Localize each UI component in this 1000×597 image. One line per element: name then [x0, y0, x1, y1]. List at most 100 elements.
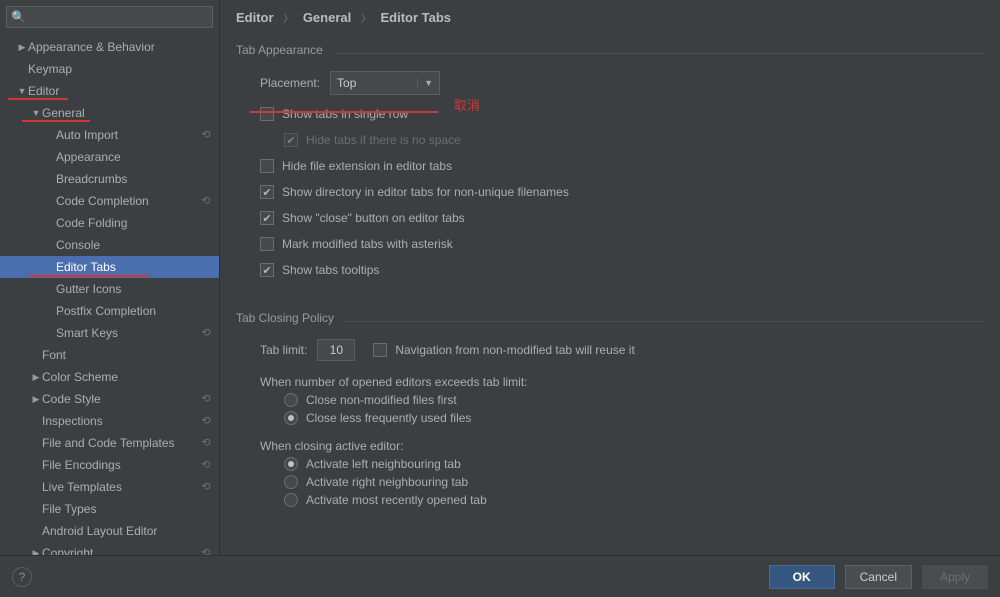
breadcrumb: Editor 〉 General 〉 Editor Tabs — [220, 0, 1000, 33]
settings-content: Editor 〉 General 〉 Editor Tabs Tab Appea… — [220, 0, 1000, 555]
sidebar-item-console[interactable]: Console — [0, 234, 219, 256]
sidebar-item-file-types[interactable]: File Types — [0, 498, 219, 520]
sidebar-item-label: Font — [42, 348, 213, 362]
search-input[interactable] — [6, 6, 213, 28]
project-scope-icon: ⟲ — [199, 414, 213, 428]
sidebar-item-label: Code Folding — [56, 216, 213, 230]
sidebar-item-copyright[interactable]: ▶Copyright⟲ — [0, 542, 219, 555]
sidebar-item-label: Color Scheme — [42, 370, 213, 384]
checkbox-show-tooltips[interactable] — [260, 263, 274, 277]
project-scope-icon: ⟲ — [199, 480, 213, 494]
project-scope-icon: ⟲ — [199, 546, 213, 555]
apply-button[interactable]: Apply — [922, 565, 988, 589]
label-hide-ext: Hide file extension in editor tabs — [282, 159, 452, 173]
project-scope-icon: ⟲ — [199, 194, 213, 208]
sidebar-item-label: Gutter Icons — [56, 282, 213, 296]
sidebar-item-label: Code Style — [42, 392, 199, 406]
radio-act-right[interactable] — [284, 475, 298, 489]
label-close-nonmod: Close non-modified files first — [306, 393, 457, 407]
tree-caret-icon: ▶ — [30, 394, 42, 405]
sidebar-item-label: Appearance & Behavior — [28, 40, 213, 54]
sidebar-item-postfix-completion[interactable]: Postfix Completion — [0, 300, 219, 322]
sidebar-item-label: Postfix Completion — [56, 304, 213, 318]
sidebar-item-label: Keymap — [28, 62, 213, 76]
radio-act-recent[interactable] — [284, 493, 298, 507]
annotation-underline — [30, 275, 150, 277]
sidebar-item-auto-import[interactable]: Auto Import⟲ — [0, 124, 219, 146]
placement-label: Placement: — [260, 76, 320, 90]
tree-caret-icon: ▶ — [30, 372, 42, 383]
settings-tree: ▶Appearance & BehaviorKeymap▼Editor▼Gene… — [0, 32, 219, 555]
sidebar-item-font[interactable]: Font — [0, 344, 219, 366]
ok-button[interactable]: OK — [769, 565, 835, 589]
chevron-right-icon: 〉 — [283, 14, 293, 25]
sidebar-item-inspections[interactable]: Inspections⟲ — [0, 410, 219, 432]
sidebar-item-label: Breadcrumbs — [56, 172, 213, 186]
exceed-label: When number of opened editors exceeds ta… — [260, 375, 1000, 389]
annotation-underline — [250, 111, 438, 113]
sidebar-item-keymap[interactable]: Keymap — [0, 58, 219, 80]
sidebar-item-label: Live Templates — [42, 480, 199, 494]
sidebar-item-android-layout-editor[interactable]: Android Layout Editor — [0, 520, 219, 542]
label-act-recent: Activate most recently opened tab — [306, 493, 487, 507]
checkbox-hide-if-no-space — [284, 133, 298, 147]
sidebar-item-smart-keys[interactable]: Smart Keys⟲ — [0, 322, 219, 344]
sidebar-item-appearance-behavior[interactable]: ▶Appearance & Behavior — [0, 36, 219, 58]
tree-caret-icon: ▼ — [16, 86, 28, 96]
sidebar-item-file-encodings[interactable]: File Encodings⟲ — [0, 454, 219, 476]
sidebar-item-label: File Encodings — [42, 458, 199, 472]
tree-caret-icon: ▶ — [30, 548, 42, 556]
project-scope-icon: ⟲ — [199, 436, 213, 450]
label-show-dir: Show directory in editor tabs for non-un… — [282, 185, 569, 199]
help-icon[interactable]: ? — [12, 567, 32, 587]
sidebar-item-label: Console — [56, 238, 213, 252]
closing-label: When closing active editor: — [260, 439, 1000, 453]
checkbox-show-dir[interactable] — [260, 185, 274, 199]
project-scope-icon: ⟲ — [199, 392, 213, 406]
project-scope-icon: ⟲ — [199, 128, 213, 142]
placement-value: Top — [337, 76, 356, 90]
settings-sidebar: ▶Appearance & BehaviorKeymap▼Editor▼Gene… — [0, 0, 220, 555]
sidebar-item-code-completion[interactable]: Code Completion⟲ — [0, 190, 219, 212]
label-hide-if-no-space: Hide tabs if there is no space — [306, 133, 461, 147]
sidebar-item-live-templates[interactable]: Live Templates⟲ — [0, 476, 219, 498]
sidebar-item-file-and-code-templates[interactable]: File and Code Templates⟲ — [0, 432, 219, 454]
annotation-underline — [8, 98, 68, 100]
tab-limit-input[interactable] — [317, 339, 355, 361]
label-show-close: Show "close" button on editor tabs — [282, 211, 465, 225]
sidebar-item-breadcrumbs[interactable]: Breadcrumbs — [0, 168, 219, 190]
radio-close-lfu[interactable] — [284, 411, 298, 425]
checkbox-nav-reuse[interactable] — [373, 343, 387, 357]
checkbox-show-single-row[interactable] — [260, 107, 274, 121]
sidebar-item-label: Appearance — [56, 150, 213, 164]
sidebar-item-gutter-icons[interactable]: Gutter Icons — [0, 278, 219, 300]
sidebar-item-appearance[interactable]: Appearance — [0, 146, 219, 168]
sidebar-item-label: Code Completion — [56, 194, 199, 208]
cancel-button[interactable]: Cancel — [845, 565, 912, 589]
tab-limit-label: Tab limit: — [260, 343, 307, 357]
checkbox-show-close[interactable] — [260, 211, 274, 225]
sidebar-item-code-folding[interactable]: Code Folding — [0, 212, 219, 234]
breadcrumb-part: General — [303, 10, 351, 25]
section-tab-closing: Tab Closing Policy — [236, 311, 334, 325]
chevron-right-icon: 〉 — [361, 14, 371, 25]
label-mark-asterisk: Mark modified tabs with asterisk — [282, 237, 453, 251]
breadcrumb-part: Editor — [236, 10, 274, 25]
sidebar-item-label: Copyright — [42, 546, 199, 555]
project-scope-icon: ⟲ — [199, 326, 213, 340]
sidebar-item-label: File and Code Templates — [42, 436, 199, 450]
label-nav-reuse: Navigation from non-modified tab will re… — [395, 343, 634, 357]
breadcrumb-part: Editor Tabs — [380, 10, 451, 25]
label-show-single-row: Show tabs in single row — [282, 107, 408, 121]
sidebar-item-color-scheme[interactable]: ▶Color Scheme — [0, 366, 219, 388]
sidebar-item-code-style[interactable]: ▶Code Style⟲ — [0, 388, 219, 410]
sidebar-item-label: Android Layout Editor — [42, 524, 213, 538]
radio-close-nonmod[interactable] — [284, 393, 298, 407]
radio-act-left[interactable] — [284, 457, 298, 471]
sidebar-item-label: Inspections — [42, 414, 199, 428]
placement-select[interactable]: Top ▼ — [330, 71, 440, 95]
checkbox-hide-ext[interactable] — [260, 159, 274, 173]
tree-caret-icon: ▶ — [16, 42, 28, 53]
checkbox-mark-asterisk[interactable] — [260, 237, 274, 251]
chevron-down-icon: ▼ — [417, 78, 433, 88]
